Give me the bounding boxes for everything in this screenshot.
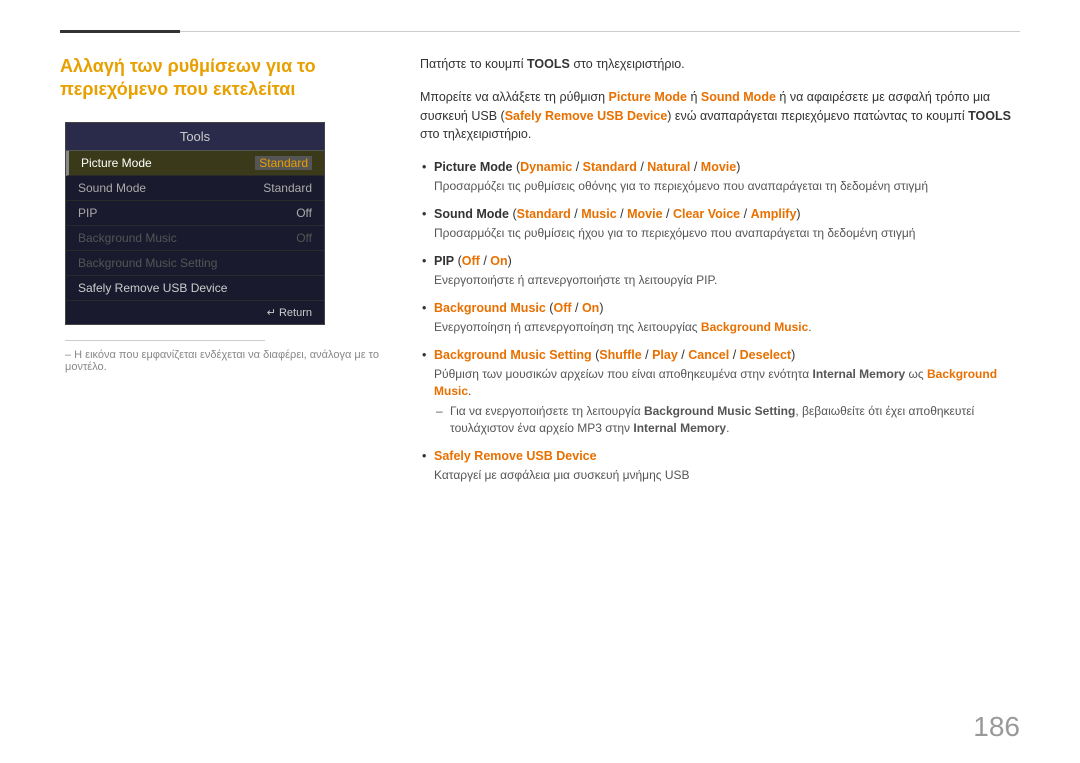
- sm-music: Music: [581, 207, 616, 221]
- menu-item-sound-mode[interactable]: Sound Mode Standard: [66, 176, 324, 201]
- sound-mode-title: Sound Mode (Standard / Music / Movie / C…: [434, 205, 1020, 223]
- sound-mode-label: Sound Mode: [78, 181, 146, 195]
- list-item-sound-mode: Sound Mode (Standard / Music / Movie / C…: [420, 205, 1020, 242]
- list-item-bg-music-setting: Background Music Setting (Shuffle / Play…: [420, 346, 1020, 437]
- bgs-deselect: Deselect: [740, 348, 791, 362]
- bg-music-desc-bold: Background Music: [701, 320, 808, 334]
- pip-on: On: [490, 254, 507, 268]
- separator-line: [65, 340, 265, 341]
- pm-natural: Natural: [647, 160, 690, 174]
- page-title: Αλλαγή των ρυθμίσεων για το περιεχόμενο …: [60, 55, 380, 102]
- bg-music-setting-title-bold: Background Music Setting: [434, 348, 592, 362]
- dash-note-bg-music-setting: Για να ενεργοποιήσετε τη λειτουργία Back…: [434, 403, 1020, 437]
- top-decoration: [60, 30, 1020, 33]
- safely-remove-desc: Καταργεί με ασφάλεια μια συσκευή μνήμης …: [434, 467, 1020, 484]
- picture-mode-ref: Picture Mode: [609, 90, 688, 104]
- bgs-bold-ref: Background Music Setting: [644, 404, 795, 418]
- picture-mode-title: Picture Mode (Dynamic / Standard / Natur…: [434, 158, 1020, 176]
- bgm-off: Off: [553, 301, 571, 315]
- sound-mode-value: Standard: [263, 181, 312, 195]
- pip-off: Off: [462, 254, 480, 268]
- bg-music-value: Off: [296, 231, 312, 245]
- content-area: Αλλαγή των ρυθμίσεων για το περιεχόμενο …: [60, 55, 1020, 713]
- bg-music-label: Background Music: [78, 231, 177, 245]
- bg-music-setting-desc: Ρύθμιση των μουσικών αρχείων που είναι α…: [434, 366, 1020, 400]
- sm-clearvoice: Clear Voice: [673, 207, 740, 221]
- bgm-on: On: [582, 301, 599, 315]
- intro-para-1: Πατήστε το κουμπί TOOLS στο τηλεχειριστή…: [420, 55, 1020, 74]
- bg-music-desc: Ενεργοποίηση ή απενεργοποίηση της λειτου…: [434, 319, 1020, 336]
- safely-remove-ref: Safely Remove USB Device: [505, 109, 668, 123]
- picture-mode-desc: Προσαρμόζει τις ρυθμίσεις οθόνης για το …: [434, 178, 1020, 195]
- picture-mode-value: Standard: [255, 156, 312, 170]
- sm-movie: Movie: [627, 207, 662, 221]
- list-item-bg-music: Background Music (Off / On) Ενεργοποίηση…: [420, 299, 1020, 336]
- menu-item-picture-mode[interactable]: Picture Mode Standard: [66, 151, 324, 176]
- pip-title: PIP (Off / On): [434, 252, 1020, 270]
- safely-remove-title-bold: Safely Remove USB Device: [434, 449, 597, 463]
- tools-footer: ↵ Return: [66, 301, 324, 324]
- sm-standard: Standard: [517, 207, 571, 221]
- list-item-picture-mode: Picture Mode (Dynamic / Standard / Natur…: [420, 158, 1020, 195]
- tools-bold-1: TOOLS: [527, 57, 570, 71]
- sound-mode-ref: Sound Mode: [701, 90, 776, 104]
- internal-memory-ref1: Internal Memory: [812, 367, 905, 381]
- thin-line: [180, 31, 1020, 32]
- list-item-pip: PIP (Off / On) Ενεργοποιήστε ή απενεργοπ…: [420, 252, 1020, 289]
- menu-item-safely-remove[interactable]: Safely Remove USB Device: [66, 276, 324, 301]
- sound-mode-desc: Προσαρμόζει τις ρυθμίσεις ήχου για το πε…: [434, 225, 1020, 242]
- bullet-list: Picture Mode (Dynamic / Standard / Natur…: [420, 158, 1020, 484]
- menu-note: – Η εικόνα που εμφανίζεται ενδέχεται να …: [60, 349, 380, 373]
- pip-title-bold: PIP: [434, 254, 454, 268]
- sound-mode-title-bold: Sound Mode: [434, 207, 509, 221]
- tools-bold-2: TOOLS: [968, 109, 1011, 123]
- menu-item-background-music: Background Music Off: [66, 226, 324, 251]
- safely-remove-title: Safely Remove USB Device: [434, 447, 1020, 465]
- page-number: 186: [973, 711, 1020, 743]
- menu-item-pip[interactable]: PIP Off: [66, 201, 324, 226]
- bgs-play: Play: [652, 348, 678, 362]
- picture-mode-title-bold: Picture Mode: [434, 160, 513, 174]
- pip-value: Off: [296, 206, 312, 220]
- tools-menu: Tools Picture Mode Standard Sound Mode S…: [65, 122, 325, 325]
- bg-music-setting-label: Background Music Setting: [78, 256, 217, 270]
- return-button[interactable]: ↵ Return: [267, 306, 312, 319]
- bg-music-setting-title: Background Music Setting (Shuffle / Play…: [434, 346, 1020, 364]
- list-item-safely-remove: Safely Remove USB Device Καταργεί με ασφ…: [420, 447, 1020, 484]
- pm-standard: Standard: [583, 160, 637, 174]
- menu-item-bg-music-setting: Background Music Setting: [66, 251, 324, 276]
- bgs-cancel: Cancel: [688, 348, 729, 362]
- bg-music-title: Background Music (Off / On): [434, 299, 1020, 317]
- sm-amplify: Amplify: [751, 207, 797, 221]
- page-container: Αλλαγή των ρυθμίσεων για το περιεχόμενο …: [0, 0, 1080, 763]
- picture-mode-label: Picture Mode: [81, 156, 152, 170]
- tools-header: Tools: [66, 123, 324, 151]
- pm-movie: Movie: [701, 160, 736, 174]
- right-column: Πατήστε το κουμπί TOOLS στο τηλεχειριστή…: [420, 55, 1020, 713]
- thick-line: [60, 30, 180, 33]
- internal-memory-ref2: Internal Memory: [633, 421, 726, 435]
- bg-music-title-bold: Background Music: [434, 301, 546, 315]
- bg-music-ref: Background Music: [434, 367, 997, 398]
- bgs-shuffle: Shuffle: [599, 348, 641, 362]
- pip-desc: Ενεργοποιήστε ή απενεργοποιήστε τη λειτο…: [434, 272, 1020, 289]
- safely-remove-label: Safely Remove USB Device: [78, 281, 227, 295]
- intro-para-2: Μπορείτε να αλλάξετε τη ρύθμιση Picture …: [420, 88, 1020, 144]
- pip-label: PIP: [78, 206, 97, 220]
- pm-dynamic: Dynamic: [520, 160, 572, 174]
- left-column: Αλλαγή των ρυθμίσεων για το περιεχόμενο …: [60, 55, 380, 713]
